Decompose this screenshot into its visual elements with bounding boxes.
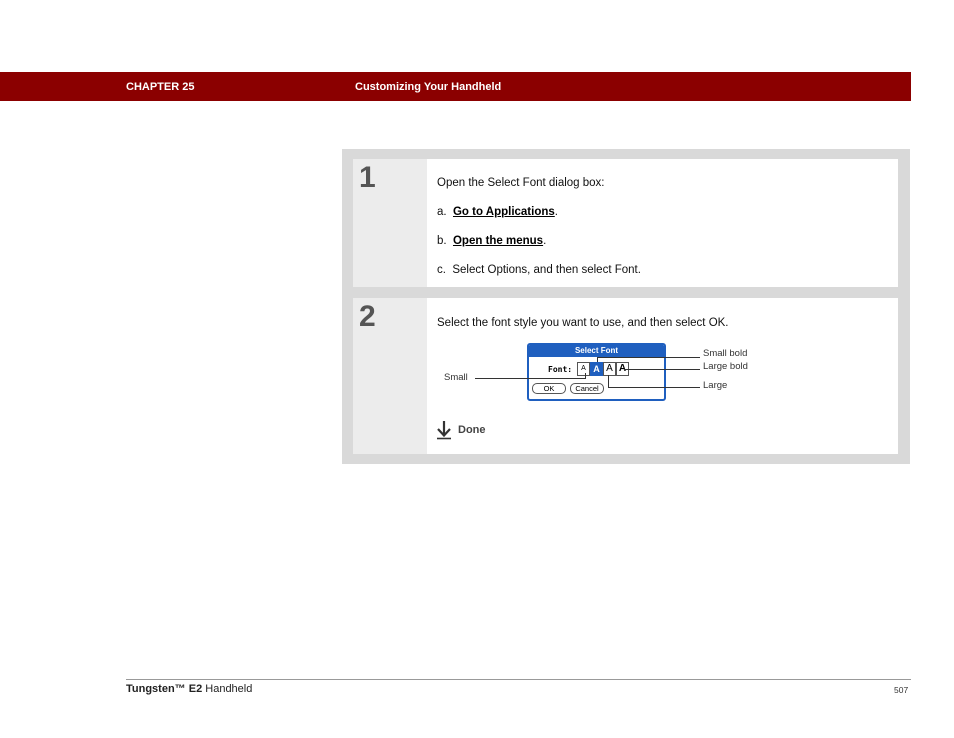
item-suffix: .: [554, 206, 558, 218]
open-the-menus-link[interactable]: Open the menus: [453, 235, 543, 247]
go-to-applications-link[interactable]: Go to Applications: [453, 206, 555, 218]
step-number-cell: 1: [353, 159, 427, 287]
font-large-button: A: [603, 362, 616, 376]
step-1-item-c: c. Select Options, and then select Font.: [437, 264, 641, 276]
item-marker: c.: [437, 264, 446, 276]
callout-line-large-tick: [608, 375, 609, 387]
page-number: 507: [894, 685, 909, 695]
item-marker: a.: [437, 206, 447, 218]
callout-large-bold: Large bold: [703, 361, 748, 372]
dialog-font-label: Font:: [548, 365, 573, 374]
callout-line-small: [475, 378, 585, 379]
step-number-cell: 2: [353, 298, 427, 454]
font-small-bold-button: A: [590, 362, 603, 376]
callout-small: Small: [444, 372, 468, 383]
dialog-ok-button: OK: [532, 383, 566, 394]
item-suffix: .: [543, 235, 547, 247]
callout-line-small-bold-tick: [597, 357, 598, 362]
footer-rule: [126, 679, 911, 680]
dialog-title: Select Font: [529, 345, 664, 357]
step-1-intro: Open the Select Font dialog box:: [437, 177, 605, 189]
callout-line-large-bold: [624, 369, 700, 370]
product-suffix: Handheld: [202, 683, 253, 695]
item-marker: b.: [437, 235, 447, 247]
step-1-item-b: b. Open the menus.: [437, 235, 546, 247]
footer-product: Tungsten™ E2 Handheld: [126, 683, 252, 695]
chapter-number: CHAPTER 25: [126, 81, 195, 93]
callout-line-large: [608, 387, 700, 388]
callout-small-bold: Small bold: [703, 348, 748, 359]
done-arrow-icon: [437, 421, 451, 440]
callout-large: Large: [703, 380, 728, 391]
callout-line-small-bold: [597, 357, 700, 358]
step-1-item-a: a. Go to Applications.: [437, 206, 558, 218]
dialog-cancel-button: Cancel: [570, 383, 604, 394]
step-2-intro: Select the font style you want to use, a…: [437, 317, 729, 329]
product-name: Tungsten™ E2: [126, 683, 203, 695]
font-small-button: A: [577, 362, 590, 376]
step-number: 2: [359, 300, 376, 333]
done-label: Done: [458, 424, 486, 436]
select-font-dialog-image: Select Font Font: A A A A OK Cancel: [527, 343, 666, 401]
item-text: Select Options, and then select Font.: [452, 264, 641, 276]
step-number: 1: [359, 161, 376, 194]
chapter-title: Customizing Your Handheld: [355, 81, 502, 93]
callout-line-small-tick: [585, 373, 586, 379]
